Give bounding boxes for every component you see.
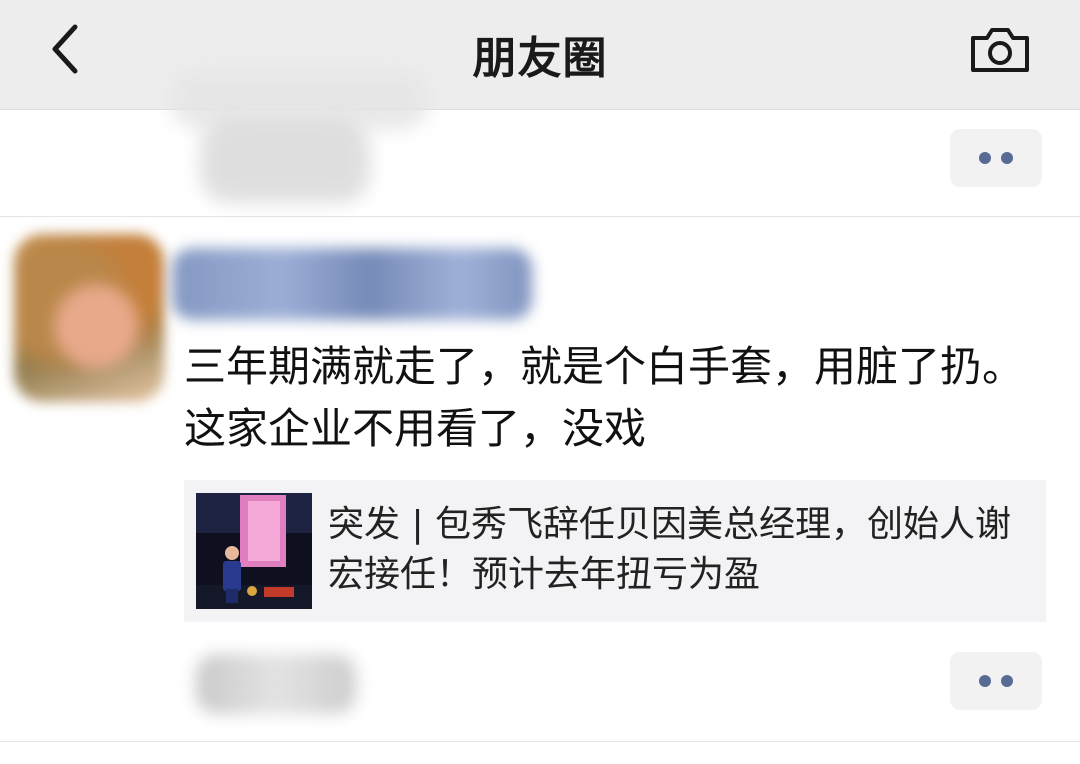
avatar[interactable] xyxy=(14,234,164,402)
page-title: 朋友圈 xyxy=(472,33,608,84)
more-button[interactable] xyxy=(950,652,1042,710)
camera-button[interactable] xyxy=(962,14,1038,84)
blurred-timestamp xyxy=(196,654,356,714)
moment-post: 三年期满就走了，就是个白手套，用脏了扔。这家企业不用看了，没戏 突发 | 包秀飞… xyxy=(0,218,1080,742)
shared-article-card[interactable]: 突发 | 包秀飞辞任贝因美总经理，创始人谢宏接任！预计去年扭亏为盈 xyxy=(184,480,1046,622)
article-thumbnail xyxy=(196,493,312,609)
moments-screen: 朋友圈 三年期满就走了，就是个白手套，用脏了扔。这家企业不用看了，没戏 突发 |… xyxy=(0,0,1080,764)
camera-icon xyxy=(971,28,1029,72)
more-dots-icon xyxy=(974,675,1018,687)
nav-bar: 朋友圈 xyxy=(0,0,1080,110)
article-title: 突发 | 包秀飞辞任贝因美总经理，创始人谢宏接任！预计去年扭亏为盈 xyxy=(328,504,1012,595)
more-dots-icon xyxy=(974,152,1018,164)
more-button[interactable] xyxy=(950,129,1042,187)
post-text: 三年期满就走了，就是个白手套，用脏了扔。这家企业不用看了，没戏 xyxy=(184,342,1025,453)
blurred-region xyxy=(200,119,370,203)
blurred-username[interactable] xyxy=(172,248,532,320)
moment-post xyxy=(0,111,1080,217)
